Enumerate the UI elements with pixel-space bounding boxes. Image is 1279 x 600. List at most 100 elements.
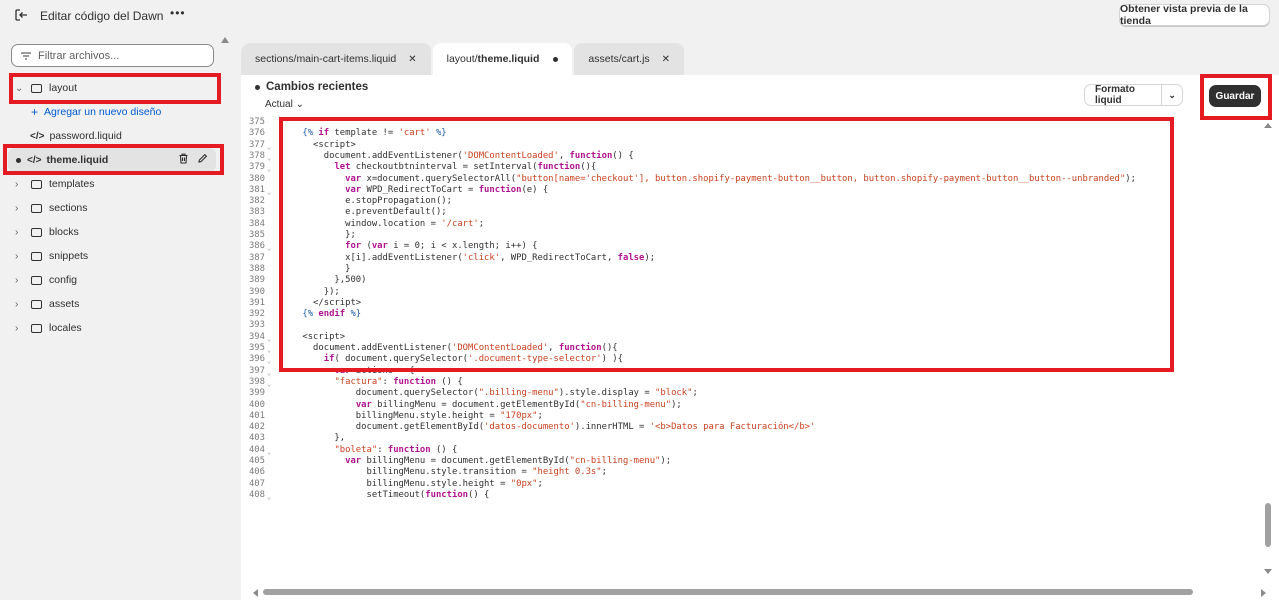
version-select[interactable]: Actual ⌄: [265, 99, 304, 110]
code-line[interactable]: 396 ⌄ if( document.querySelector('.docume…: [241, 354, 1261, 365]
folder-icon: [31, 83, 42, 93]
code-line[interactable]: 399 document.querySelector(".billing-men…: [241, 388, 1261, 399]
code-line[interactable]: 400 var billingMenu = document.getElemen…: [241, 400, 1261, 411]
line-number: 396: [248, 354, 265, 365]
close-tab-icon[interactable]: ✕: [408, 54, 416, 65]
code-area[interactable]: 375 376 {% if template != 'cart' %} 377 ⌄ <…: [241, 117, 1279, 587]
horizontal-scrollbar[interactable]: [251, 586, 1266, 597]
code-line[interactable]: 381 ⌄ var WPD_RedirectToCart = function(e…: [241, 185, 1261, 196]
folder-snippets[interactable]: › snippets: [0, 244, 220, 268]
code-line[interactable]: 391 </script>: [241, 298, 1261, 309]
code-line[interactable]: 380 var x=document.querySelectorAll("but…: [241, 174, 1261, 185]
code-line[interactable]: 386 ⌄ for (var i = 0; i < x.length; i++) …: [241, 241, 1261, 252]
code-line[interactable]: 394 ⌄ <script>: [241, 332, 1261, 343]
chevron-right-icon: ›: [15, 202, 19, 214]
tab-prefix: assets/: [588, 53, 622, 65]
code-text: billingMenu.style.height = "170px";: [281, 410, 543, 421]
code-line[interactable]: 405 var billingMenu = document.getElemen…: [241, 456, 1261, 467]
line-number: 391: [248, 297, 265, 308]
code-line[interactable]: 398 ⌄ "factura": function () {: [241, 377, 1261, 388]
folder-templates[interactable]: › templates: [0, 172, 220, 196]
code-line[interactable]: 404 ⌄ "boleta": function () {: [241, 445, 1261, 456]
vertical-scrollbar[interactable]: [1263, 121, 1273, 581]
code-line[interactable]: 377 ⌄ <script>: [241, 140, 1261, 151]
code-line[interactable]: 376 {% if template != 'cart' %}: [241, 128, 1261, 139]
fold-chevron-icon[interactable]: ⌄: [267, 492, 271, 503]
horizontal-scroll-thumb[interactable]: [263, 589, 1193, 595]
tab-prefix: sections/: [255, 53, 297, 65]
sidebar-scroll-up-icon[interactable]: [221, 37, 229, 43]
tab-theme-liquid[interactable]: layout/theme.liquid: [432, 43, 573, 75]
code-line[interactable]: 375: [241, 117, 1261, 128]
recent-changes-label: Cambios recientes: [255, 81, 368, 93]
folder-config[interactable]: › config: [0, 268, 220, 292]
line-number: 404: [248, 444, 265, 455]
folder-blocks[interactable]: › blocks: [0, 220, 220, 244]
code-line[interactable]: 382 e.stopPropagation();: [241, 196, 1261, 207]
version-label: Actual: [265, 99, 293, 110]
save-button[interactable]: Guardar: [1209, 85, 1261, 107]
line-number: 406: [248, 467, 265, 478]
tab-cart-js[interactable]: assets/cart.js ✕: [574, 43, 685, 75]
code-line[interactable]: 407 billingMenu.style.height = "0px";: [241, 479, 1261, 490]
recent-changes-text: Cambios recientes: [266, 81, 369, 93]
vertical-scroll-thumb[interactable]: [1265, 503, 1271, 547]
line-number: 376: [248, 128, 265, 139]
code-line[interactable]: 395 ⌄ document.addEventListener('DOMConte…: [241, 343, 1261, 354]
trash-icon[interactable]: [178, 153, 189, 164]
code-text: let checkoutbtninterval = setInterval(fu…: [334, 162, 597, 173]
code-text: });: [281, 286, 340, 297]
folder-sections[interactable]: › sections: [0, 196, 220, 220]
scroll-down-icon[interactable]: [1264, 569, 1272, 574]
folder-label: assets: [49, 298, 80, 310]
line-number: 407: [248, 478, 265, 489]
format-liquid-button[interactable]: Formato liquid ⌄: [1084, 84, 1183, 106]
code-text: var actions = {: [334, 365, 415, 376]
code-line[interactable]: 388 }: [241, 264, 1261, 275]
more-actions-icon[interactable]: •••: [170, 6, 186, 20]
code-line[interactable]: 406 billingMenu.style.transition = "heig…: [241, 467, 1261, 478]
chevron-down-icon[interactable]: ⌄: [1162, 90, 1182, 101]
file-theme-liquid[interactable]: </> theme.liquid: [8, 148, 216, 172]
folder-locales[interactable]: › locales: [0, 316, 220, 340]
code-line[interactable]: 383 e.preventDefault();: [241, 207, 1261, 218]
code-line[interactable]: 379 ⌄ let checkoutbtninterval = setInterv…: [241, 162, 1261, 173]
code-line[interactable]: 389 },500): [241, 275, 1261, 286]
edit-pencil-icon[interactable]: [197, 153, 208, 164]
code-line[interactable]: 397 ⌄ var actions = {: [241, 366, 1261, 377]
tab-main-cart-items[interactable]: sections/main-cart-items.liquid ✕: [241, 43, 431, 75]
scroll-left-icon[interactable]: [253, 589, 258, 597]
file-password-liquid[interactable]: </> password.liquid: [0, 124, 220, 148]
code-line[interactable]: 390 });: [241, 287, 1261, 298]
add-layout-link[interactable]: + Agregar un nuevo diseño: [0, 100, 220, 124]
chevron-right-icon: ›: [15, 322, 19, 334]
file-label: theme.liquid: [46, 154, 109, 166]
code-line[interactable]: 393: [241, 320, 1261, 331]
folder-icon: [31, 323, 42, 333]
code-line[interactable]: 387 x[i].addEventListener('click', WPD_R…: [241, 253, 1261, 264]
file-label: password.liquid: [49, 130, 122, 142]
code-line[interactable]: 402 document.getElementById('datos-docum…: [241, 422, 1261, 433]
tab-filename: cart.js: [621, 53, 650, 65]
unsaved-dot-icon: [16, 157, 21, 163]
code-line[interactable]: 392 {% endif %}: [241, 309, 1261, 320]
code-line[interactable]: 384 window.location = '/cart';: [241, 219, 1261, 230]
code-line[interactable]: 408 ⌄ setTimeout(function() {: [241, 490, 1261, 501]
line-number: 383: [248, 207, 265, 218]
exit-icon[interactable]: [14, 8, 28, 22]
folder-assets[interactable]: › assets: [0, 292, 220, 316]
code-line[interactable]: 401 billingMenu.style.height = "170px";: [241, 411, 1261, 422]
close-tab-icon[interactable]: ✕: [662, 54, 670, 65]
preview-store-button[interactable]: Obtener vista previa de la tienda: [1119, 3, 1270, 27]
scroll-up-icon[interactable]: [1264, 123, 1272, 128]
format-label: Formato liquid: [1095, 84, 1135, 106]
code-line[interactable]: 403 },: [241, 433, 1261, 444]
chevron-right-icon: ›: [15, 274, 19, 286]
code-text: billingMenu.style.height = "0px";: [281, 478, 543, 489]
plus-icon: +: [31, 105, 39, 119]
code-line[interactable]: 385 };: [241, 230, 1261, 241]
code-line[interactable]: 378 ⌄ document.addEventListener('DOMConte…: [241, 151, 1261, 162]
filter-files-input[interactable]: Filtrar archivos...: [11, 44, 214, 67]
folder-layout[interactable]: ⌄ layout: [0, 76, 220, 100]
scroll-right-icon[interactable]: [1261, 589, 1266, 597]
